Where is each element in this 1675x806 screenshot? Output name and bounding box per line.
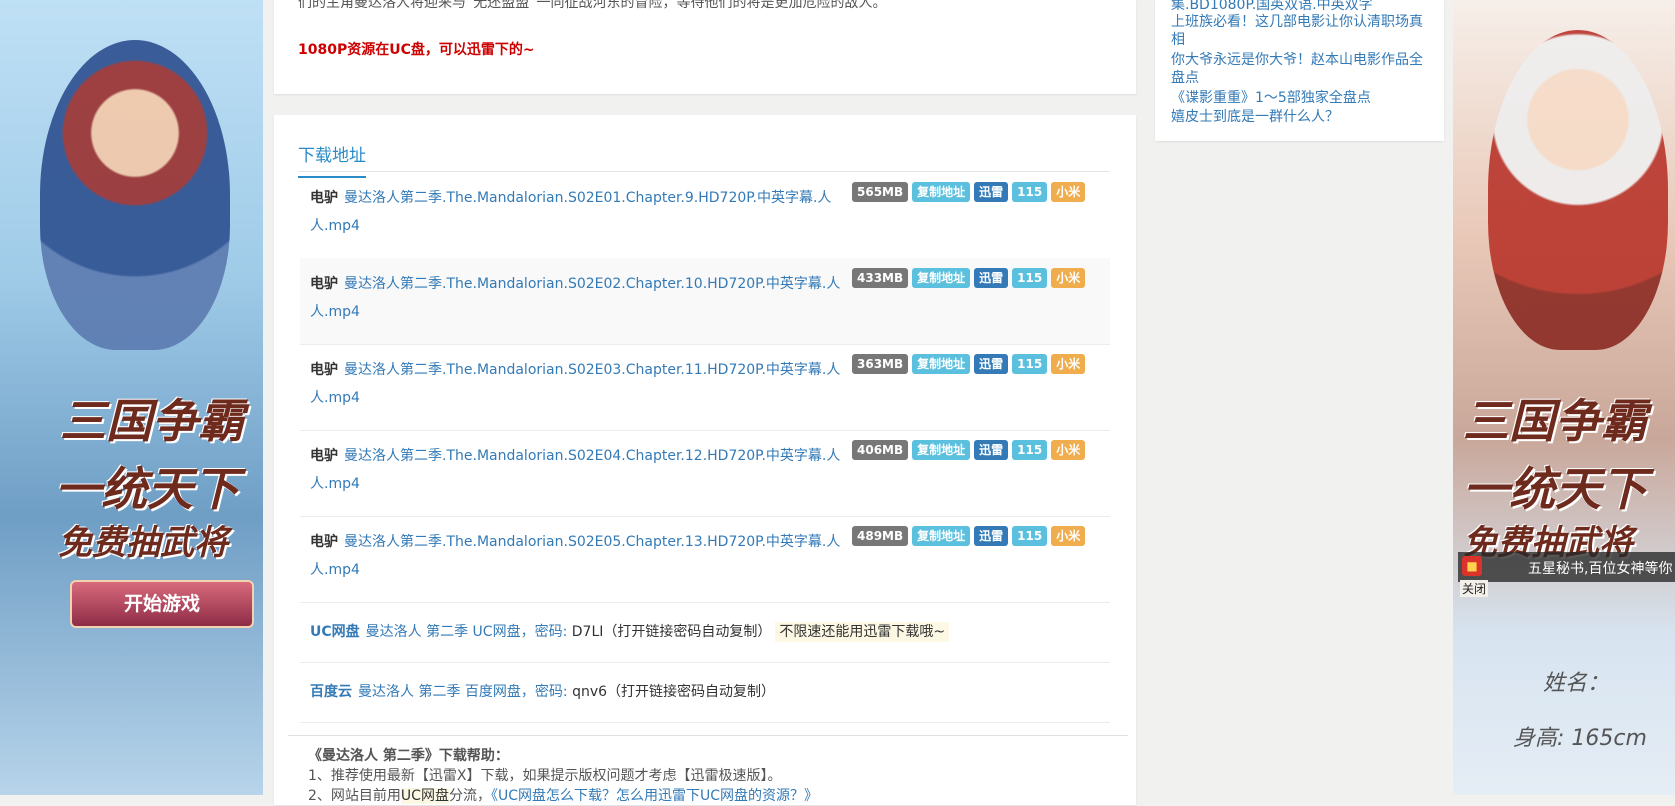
copy-address-button[interactable]: 复制地址 [912,440,971,460]
115-button[interactable]: 115 [1012,440,1048,460]
help-uc-highlight: UC网盘 [400,788,449,804]
file-name[interactable]: 曼达洛人第二季.The.Mandalorian.S02E05.Chapter.1… [310,534,840,578]
related-link[interactable]: 嬉皮士到底是一群什么人？ [1171,108,1433,126]
start-game-button[interactable]: 开始游戏 [70,580,254,628]
hero-illustration [40,40,230,350]
related-link[interactable]: 你大爷永远是你大爷！赵本山电影作品全盘点 [1171,51,1433,87]
source-label: 电驴 [310,276,338,292]
help-item-2-prefix: 2、网站目前用 [308,788,401,804]
size-badge: 565MB [852,182,909,202]
download-row: 电驴 曼达洛人第二季.The.Mandalorian.S02E02.Chapter… [300,258,1110,345]
xiaomi-button[interactable]: 小米 [1051,526,1086,546]
red-envelope-icon: ■ [1462,556,1482,576]
xiaomi-button[interactable]: 小米 [1051,440,1086,460]
popup-message[interactable]: 五星秘书,百位女神等你 [1528,558,1675,578]
uc-source-label: UC网盘 [310,624,360,640]
right-ad-banner[interactable]: 三国争霸 一统天下 免费抽武将 姓名： 身高: 165cm [1453,0,1675,795]
description-text: 们的主角曼达洛人将迎来与“无还盟盟”一同征战河东的冒险，等待他们的将是更加危险的… [298,0,887,11]
promo-line-3: 免费抽武将 [58,523,228,563]
source-label: 电驴 [310,448,338,464]
file-name[interactable]: 曼达洛人第二季.The.Mandalorian.S02E03.Chapter.1… [310,362,840,406]
download-help: 《曼达洛人 第二季》下载帮助： 1、推荐使用最新【迅雷X】下载，如果提示版权问题… [288,735,1128,806]
related-articles-card: 集.BD1080P.国英双语.中英双字 上班族必看！这几部电影让你认清职场真相 … [1155,0,1444,141]
help-item-2-mid: 分流， [448,788,491,804]
size-badge: 363MB [852,354,909,374]
download-link[interactable]: 电驴 曼达洛人第二季.The.Mandalorian.S02E03.Chapter… [310,356,845,412]
source-label: 电驴 [310,190,338,206]
copy-address-button[interactable]: 复制地址 [912,268,971,288]
promo-line-2: 一统天下 [55,462,239,516]
size-badge: 433MB [852,268,909,288]
xunlei-button[interactable]: 迅雷 [974,526,1009,546]
popup-close-button[interactable]: 关闭 [1460,580,1489,597]
description-card: 们的主角曼达洛人将迎来与“无还盟盟”一同征战河东的冒险，等待他们的将是更加危险的… [274,0,1136,94]
xunlei-button[interactable]: 迅雷 [974,268,1009,288]
left-ad-banner[interactable]: 三国争霸 一统天下 免费抽武将 开始游戏 [0,0,263,795]
notification-popup[interactable]: ■ 五星秘书,百位女神等你 [1458,552,1675,582]
size-badge: 406MB [852,440,909,460]
help-title: 《曼达洛人 第二季》下载帮助： [308,748,509,764]
download-link[interactable]: 电驴 曼达洛人第二季.The.Mandalorian.S02E04.Chapter… [310,442,845,498]
115-button[interactable]: 115 [1012,268,1048,288]
115-button[interactable]: 115 [1012,526,1048,546]
promo-line-2: 一统天下 [1463,462,1647,516]
xunlei-button[interactable]: 迅雷 [974,354,1009,374]
related-link[interactable]: 《谍影重重》1～5部独家全盘点 [1171,89,1433,107]
uc-note: 不限速还能用迅雷下载哦~ [775,622,950,642]
badge-group: 433MB 复制地址 迅雷 115 小米 [852,268,1089,288]
uc-pan-link[interactable]: 曼达洛人 第二季 UC网盘，密码: [366,624,568,640]
help-item-1: 1、推荐使用最新【迅雷X】下载，如果提示版权问题才考虑【迅雷极速版】。 [308,768,782,784]
resource-note: 1080P资源在UC盘，可以迅雷下的~ [298,42,535,58]
character-card-text: 身高: 165cm [1513,726,1647,751]
uc-pan-row: UC网盘 曼达洛人 第二季 UC网盘，密码: D7LI（打开链接密码自动复制） 不限… [300,602,1110,663]
download-row: 电驴 曼达洛人第二季.The.Mandalorian.S02E03.Chapter… [300,344,1110,431]
download-row: 电驴 曼达洛人第二季.The.Mandalorian.S02E01.Chapter… [300,172,1110,259]
size-badge: 489MB [852,526,909,546]
copy-address-button[interactable]: 复制地址 [912,182,971,202]
download-row: 电驴 曼达洛人第二季.The.Mandalorian.S02E05.Chapter… [300,516,1110,603]
source-label: 电驴 [310,362,338,378]
promo-line-1: 三国争霸 [1463,394,1647,448]
copy-address-button[interactable]: 复制地址 [912,526,971,546]
help-uc-guide-link[interactable]: 《UC网盘怎么下载？怎么用迅雷下UC网盘的资源？》 [491,788,818,804]
badge-group: 406MB 复制地址 迅雷 115 小米 [852,440,1089,460]
badge-group: 489MB 复制地址 迅雷 115 小米 [852,526,1089,546]
download-link[interactable]: 电驴 曼达洛人第二季.The.Mandalorian.S02E02.Chapter… [310,270,845,326]
download-link[interactable]: 电驴 曼达洛人第二季.The.Mandalorian.S02E01.Chapter… [310,184,845,240]
115-button[interactable]: 115 [1012,354,1048,374]
file-name[interactable]: 曼达洛人第二季.The.Mandalorian.S02E01.Chapter.9… [310,190,831,234]
xunlei-button[interactable]: 迅雷 [974,440,1009,460]
badge-group: 363MB 复制地址 迅雷 115 小米 [852,354,1089,374]
file-name[interactable]: 曼达洛人第二季.The.Mandalorian.S02E02.Chapter.1… [310,276,840,320]
help-item-2: 2、网站目前用UC网盘分流，《UC网盘怎么下载？怎么用迅雷下UC网盘的资源？》 [288,786,1128,806]
115-button[interactable]: 115 [1012,182,1048,202]
xiaomi-button[interactable]: 小米 [1051,268,1086,288]
badge-group: 565MB 复制地址 迅雷 115 小米 [852,182,1089,202]
download-row: 电驴 曼达洛人第二季.The.Mandalorian.S02E04.Chapter… [300,430,1110,517]
baidu-pan-row: 百度云 曼达洛人 第二季 百度网盘，密码: qnv6（打开链接密码自动复制） [300,662,1110,723]
copy-address-button[interactable]: 复制地址 [912,354,971,374]
xiaomi-button[interactable]: 小米 [1051,354,1086,374]
baidu-pan-link[interactable]: 曼达洛人 第二季 百度网盘，密码: [358,684,568,700]
baidu-source-label: 百度云 [310,684,352,700]
xunlei-button[interactable]: 迅雷 [974,182,1009,202]
baidu-code: qnv6（打开链接密码自动复制） [572,684,776,700]
related-link[interactable]: 集.BD1080P.国英双语.中英双字 [1171,0,1433,14]
download-link[interactable]: 电驴 曼达洛人第二季.The.Mandalorian.S02E05.Chapter… [310,528,845,584]
source-label: 电驴 [310,534,338,550]
file-name[interactable]: 曼达洛人第二季.The.Mandalorian.S02E04.Chapter.1… [310,448,840,492]
xiaomi-button[interactable]: 小米 [1051,182,1086,202]
uc-code: D7LI（打开链接密码自动复制） [571,624,772,640]
hero-illustration [1488,30,1668,350]
character-card-text: 姓名： [1543,671,1610,696]
download-card: 下载地址 电驴 曼达洛人第二季.The.Mandalorian.S02E01.Ch… [274,115,1136,805]
related-link[interactable]: 上班族必看！这几部电影让你认清职场真相 [1171,13,1433,49]
promo-line-1: 三国争霸 [60,394,244,448]
